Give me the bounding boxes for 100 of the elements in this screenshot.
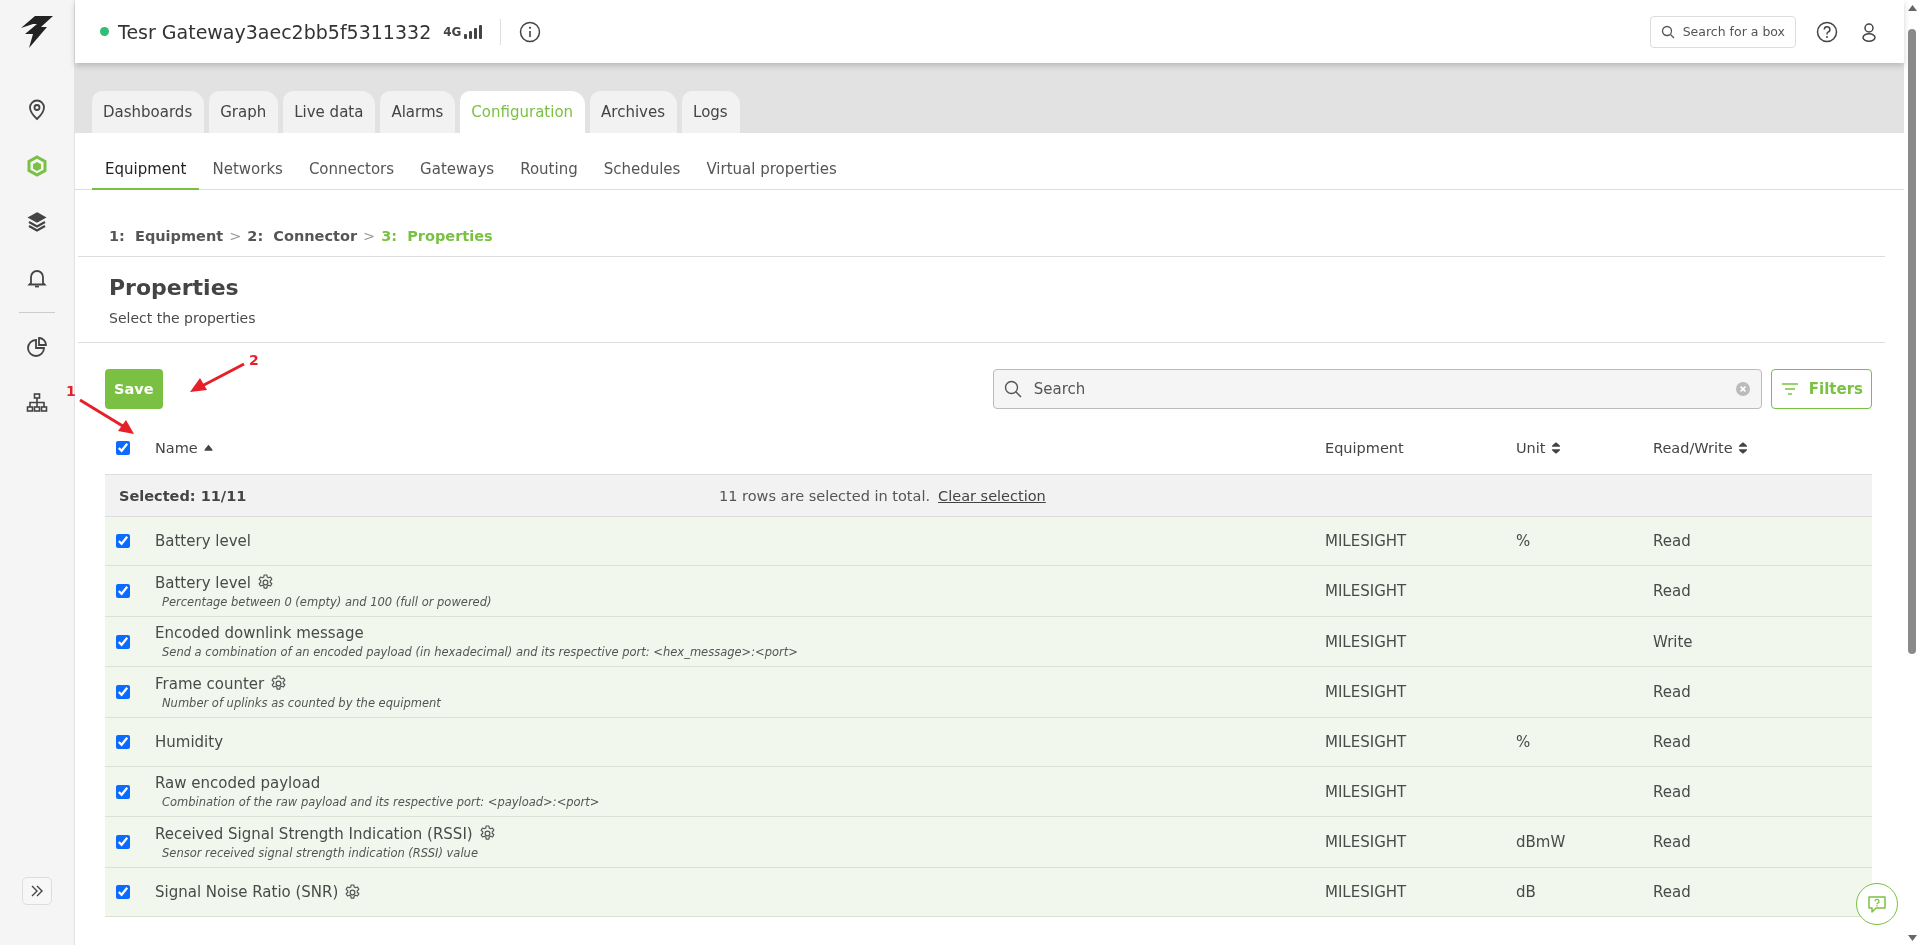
equipment-cell-text: MILESIGHT [1325,733,1408,751]
sub-tab[interactable]: Schedules [590,160,694,190]
table-row[interactable]: Signal Noise Ratio (SNR) MILESIGHT dB Read [105,868,1872,917]
section-title: Properties [109,275,240,300]
selected-count: Selected: 11/11 [119,487,248,504]
sub-tab[interactable]: Virtual properties [693,160,850,190]
breadcrumb-step[interactable]: 1: Equipment [109,228,224,244]
breadcrumb-step[interactable]: 2: Connector [247,228,358,244]
equipment-cell-text: MILESIGHT [1325,683,1408,701]
property-name: Humidity [155,733,223,751]
property-name: Signal Noise Ratio (SNR) [155,883,339,901]
expand-sidebar-button[interactable] [22,877,52,905]
tab[interactable]: Logs [682,91,740,133]
tab[interactable]: Archives [590,91,678,133]
signal-icon [464,24,483,39]
sub-tab[interactable]: Routing [507,160,591,190]
property-description: Number of uplinks as counted by the equipment [162,696,442,710]
sub-tab[interactable]: Gateways [407,160,508,190]
table-row[interactable]: Battery level Percentage between 0 (empty) and 100 (full or powered) MILESIGHT Read [105,566,1872,617]
property-description: Send a combination of an encoded payload (in hexadecimal) and its respective port: <hex_message>:<port> [162,645,799,659]
chat-help-icon [1866,893,1888,915]
property-description: Percentage between 0 (empty) and 100 (full or powered) [162,595,493,609]
info-icon[interactable] [519,20,542,43]
table-row[interactable]: Raw encoded payload Combination of the raw payload and its respective port: <payload>:<port> MILESIGHT Read [105,767,1872,817]
equipment-cell-text: MILESIGHT [1325,532,1408,550]
layers-icon[interactable] [25,210,49,234]
network-tree-icon[interactable] [25,391,49,415]
table-row[interactable]: Humidity MILESIGHT % Read [105,718,1872,767]
help-icon[interactable] [1816,20,1838,43]
sort-ascending-icon[interactable] [202,442,214,453]
property-description: Combination of the raw payload and its respective port: <payload>:<port> [162,795,601,809]
access-cell-text: Read [1653,782,1692,801]
equipment-cell-text: MILESIGHT [1325,582,1408,600]
scroll-up-icon[interactable] [1907,5,1917,11]
table-row[interactable]: Frame counter Number of uplinks as counted by the equipment MILESIGHT Read [105,667,1872,718]
column-header[interactable]: Read/Write [1653,439,1733,456]
row-checkbox[interactable] [116,735,130,749]
property-name: Raw encoded payload [155,774,321,792]
equipment-cell-text: MILESIGHT [1325,782,1408,801]
row-checkbox[interactable] [116,784,130,799]
access-cell-text: Read [1653,582,1692,600]
table-row[interactable]: Battery level MILESIGHT % Read [105,517,1872,566]
access-cell-text: Write [1653,632,1694,651]
network-type: 4G [443,24,462,39]
row-checkbox[interactable] [116,685,130,699]
equipment-cell-text: MILESIGHT [1325,632,1408,651]
breadcrumb-separator: > [363,228,376,244]
table-row[interactable]: Received Signal Strength Indication (RSSI) Sensor received signal strength indication (RSSI) value MILESIGHT dBmW Read [105,817,1872,868]
unit-cell-text: dB [1516,883,1537,901]
tab[interactable]: Live data [283,91,376,133]
row-checkbox[interactable] [116,885,130,899]
access-cell-text: Read [1653,833,1692,851]
row-checkbox[interactable] [116,584,130,598]
column-header[interactable]: Equipment [1325,439,1404,456]
unit-cell-text: % [1516,532,1532,550]
access-cell-text: Read [1653,683,1692,701]
column-header[interactable]: Unit [1516,439,1546,456]
scroll-down-icon[interactable] [1907,935,1917,941]
scrollbar-thumb[interactable] [1908,29,1916,654]
access-cell-text: Read [1653,532,1692,550]
annotation-arrow [78,398,136,436]
clear-selection-link[interactable]: Clear selection [938,487,1046,504]
property-description: Sensor received signal strength indication (RSSI) value [162,846,479,860]
search-icon [1003,380,1022,398]
row-checkbox[interactable] [116,634,130,649]
annotation-number: 2 [249,352,259,368]
property-name: Received Signal Strength Indication (RSSI) [155,824,473,843]
sort-icon[interactable] [1737,440,1748,455]
property-name: Battery level [155,573,251,592]
row-checkbox[interactable] [116,835,130,849]
sub-tab[interactable]: Connectors [295,160,408,190]
equipment-cell-text: MILESIGHT [1325,883,1408,901]
tab[interactable]: Dashboards [92,91,205,133]
pie-chart-icon[interactable] [25,335,49,359]
tab[interactable]: Graph [209,91,279,133]
column-header[interactable]: Name [155,439,198,456]
property-name: Battery level [155,532,251,550]
select-all-checkbox[interactable] [116,440,130,455]
table-row[interactable]: Encoded downlink message Send a combination of an encoded payload (in hexadecimal) and its respective port: <hex_message>:<port> MILESIGHT Write [105,617,1872,667]
sort-icon[interactable] [1550,440,1561,455]
annotation-arrow [188,362,246,394]
access-cell-text: Read [1653,883,1692,901]
equipment-cell-text: MILESIGHT [1325,833,1408,851]
search-icon [1660,24,1675,39]
unit-cell-text: % [1516,733,1532,751]
row-checkbox[interactable] [116,534,130,548]
annotation-number: 1 [66,383,76,399]
section-subtitle: Select the properties [109,310,257,326]
property-name: Encoded downlink message [155,624,364,642]
breadcrumb-separator: > [229,228,242,244]
tab[interactable]: Alarms [380,91,456,133]
box-search-field[interactable]: Search for a box [1649,15,1796,48]
search-field[interactable]: Search [992,369,1762,409]
property-name: Frame counter [155,674,265,693]
access-cell-text: Read [1653,733,1692,751]
double-chevron-icon [29,883,45,899]
sub-tab[interactable]: Equipment [92,160,200,190]
sub-tab[interactable]: Networks [199,160,296,190]
selection-message: 11 rows are selected in total. [719,487,931,504]
gateway-title: Tesr Gateway3aec2bb5f5311332 [118,20,432,43]
